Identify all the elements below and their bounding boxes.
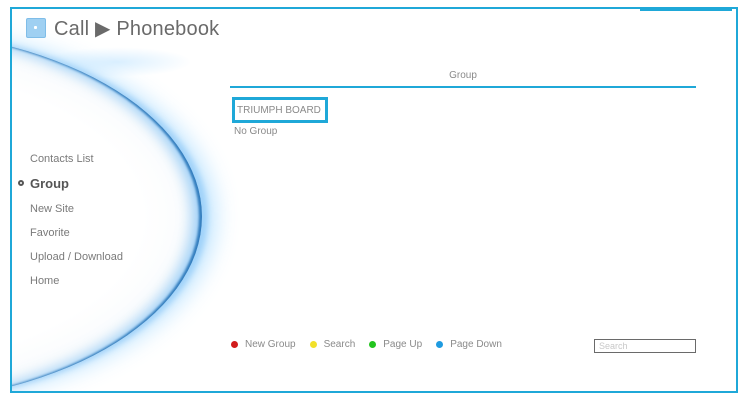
nav-item-label: Favorite <box>30 227 70 239</box>
legend-label: Search <box>323 339 356 350</box>
search-input[interactable] <box>594 339 696 353</box>
group-name: No Group <box>234 126 278 137</box>
legend-new-group[interactable]: New Group <box>231 339 296 350</box>
nav-item-new-site[interactable]: New Site <box>30 197 123 221</box>
nav-item-upload-download[interactable]: Upload / Download <box>30 245 123 269</box>
group-name: TRIUMPH BOARD <box>237 105 321 116</box>
nav-item-label: Contacts List <box>30 153 94 165</box>
legend-page-down[interactable]: Page Down <box>436 339 502 350</box>
group-row[interactable]: No Group <box>234 121 277 143</box>
green-dot-icon <box>369 341 377 348</box>
nav-item-favorite[interactable]: Favorite <box>30 221 123 245</box>
active-bullet-icon <box>18 180 24 186</box>
app-icon <box>26 18 46 38</box>
nav-item-label: Upload / Download <box>30 251 123 263</box>
page-header: Call ▶ Phonebook <box>26 15 219 41</box>
orb-glow <box>42 47 192 77</box>
frame-tab-notch <box>640 9 732 11</box>
blue-dot-icon <box>436 341 444 348</box>
yellow-dot-icon <box>309 341 317 348</box>
sidebar-nav: Contacts List Group New Site Favorite Up… <box>18 147 123 293</box>
group-column-header: Group <box>230 66 696 88</box>
nav-item-home[interactable]: Home <box>30 269 123 293</box>
nav-item-label: Group <box>30 176 69 191</box>
nav-item-label: New Site <box>30 203 75 215</box>
legend-label: Page Up <box>383 339 423 350</box>
red-dot-icon <box>231 341 238 348</box>
nav-item-label: Home <box>30 275 60 287</box>
group-row-selected[interactable]: TRIUMPH BOARD <box>232 97 328 123</box>
app-frame: Call ▶ Phonebook Contacts List Group New… <box>10 7 738 393</box>
key-legend: New Group Search Page Up Page Down <box>231 339 516 350</box>
legend-page-up[interactable]: Page Up <box>369 339 422 350</box>
nav-item-contacts-list[interactable]: Contacts List <box>30 147 123 171</box>
legend-label: New Group <box>245 339 296 350</box>
nav-item-group[interactable]: Group <box>18 171 123 197</box>
legend-label: Page Down <box>450 339 502 350</box>
legend-search[interactable]: Search <box>309 339 356 350</box>
page-title: Call ▶ Phonebook <box>54 17 220 40</box>
